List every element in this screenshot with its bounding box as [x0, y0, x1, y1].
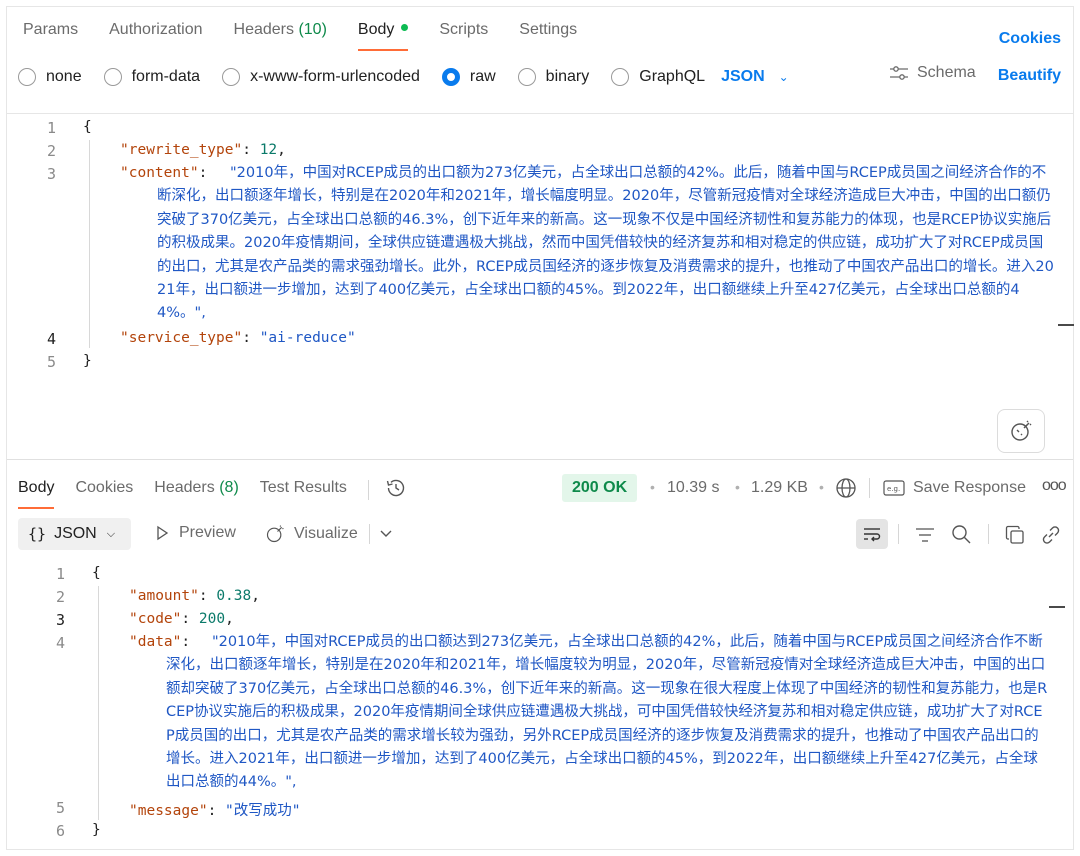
copy-icon[interactable]: [1003, 523, 1027, 547]
wrap-lines-button[interactable]: [856, 519, 888, 549]
example-icon: e.g.: [883, 480, 905, 496]
raw-format-select[interactable]: JSON ⌄: [721, 68, 789, 86]
visualize-button[interactable]: Visualize: [265, 524, 358, 544]
radio-graphql[interactable]: GraphQL: [611, 68, 705, 86]
chevron-down-icon: ⌵: [106, 527, 116, 540]
chevron-down-icon[interactable]: [377, 525, 395, 543]
tab-body[interactable]: Body: [357, 17, 409, 51]
divider: [369, 524, 370, 544]
separator-dot: •: [650, 479, 655, 495]
svg-text:e.g.: e.g.: [887, 485, 900, 493]
line-number: 3: [46, 165, 56, 183]
magic-wand-icon: [1011, 420, 1032, 441]
ai-assist-button[interactable]: [997, 409, 1045, 453]
divider: [988, 524, 989, 544]
tab-headers[interactable]: Headers (10): [234, 17, 327, 51]
globe-icon[interactable]: [834, 476, 858, 500]
divider: [869, 478, 870, 498]
radio-raw[interactable]: raw: [441, 68, 496, 86]
cookies-link[interactable]: Cookies: [999, 30, 1061, 48]
line-number: 4: [46, 330, 56, 348]
code-line-service-type: "service_type": "ai-reduce": [120, 330, 356, 346]
code-brace-close: }: [83, 353, 92, 369]
response-body-viewer[interactable]: 1 2 3 4 5 6 { "amount": 0.38, "code": 20…: [7, 560, 1073, 848]
radio-form-data[interactable]: form-data: [103, 68, 200, 86]
history-icon[interactable]: [385, 477, 407, 504]
magic-wand-icon: [266, 525, 284, 543]
indent-guide: [89, 140, 90, 348]
tab-params[interactable]: Params: [23, 17, 78, 51]
separator-dot: •: [819, 479, 824, 495]
play-icon: [157, 525, 169, 541]
response-tab-headers[interactable]: Headers (8): [154, 475, 239, 505]
line-number: 5: [55, 799, 65, 817]
response-time[interactable]: 10.39 s: [667, 479, 719, 497]
scrollbar[interactable]: [1049, 606, 1065, 608]
code-line-code: "code": 200,: [129, 611, 234, 627]
radio-none[interactable]: none: [18, 68, 82, 86]
request-tabs: Params Authorization Headers (10) Body S…: [23, 17, 608, 51]
beautify-button[interactable]: Beautify: [998, 67, 1061, 85]
code-line-rewrite-type: "rewrite_type": 12,: [120, 142, 286, 158]
filter-icon[interactable]: [913, 523, 937, 547]
line-number: 5: [46, 353, 56, 371]
line-number: 2: [46, 142, 56, 160]
line-number: 2: [55, 588, 65, 606]
response-tabs: Body Cookies Headers (8) Test Results: [18, 475, 407, 509]
divider: [898, 524, 899, 544]
code-line-amount: "amount": 0.38,: [129, 588, 260, 604]
divider: [367, 480, 369, 500]
body-modified-dot: [401, 24, 409, 32]
tab-settings[interactable]: Settings: [519, 17, 577, 51]
link-icon[interactable]: [1039, 523, 1063, 547]
search-icon[interactable]: [949, 522, 973, 546]
line-number: 1: [46, 119, 56, 137]
wrap-lines-icon: [864, 528, 881, 542]
response-tab-cookies[interactable]: Cookies: [75, 475, 133, 505]
response-size[interactable]: 1.29 KB: [751, 479, 808, 497]
divider: [7, 459, 1073, 460]
response-tab-test-results[interactable]: Test Results: [260, 475, 347, 505]
braces-icon: {}: [28, 525, 47, 543]
status-badge: 200 OK: [562, 474, 638, 502]
code-data-value: "2010年，中国对RCEP成员的出口额达到273亿美元，占全球出口总额的42%…: [166, 634, 1048, 791]
schema-button[interactable]: Schema: [889, 64, 976, 82]
line-number: 4: [55, 634, 65, 652]
sliders-icon: [890, 66, 908, 80]
save-response-button[interactable]: e.g. Save Response: [883, 479, 1026, 497]
code-brace-open: {: [92, 565, 101, 581]
line-number: 3: [55, 611, 65, 629]
separator-dot: •: [735, 479, 740, 495]
more-options-icon[interactable]: ooo: [1042, 477, 1067, 495]
chevron-down-icon: ⌄: [778, 70, 789, 84]
line-number: 1: [55, 565, 65, 583]
response-format-select[interactable]: {} JSON ⌵: [18, 518, 131, 550]
indent-guide: [98, 586, 99, 820]
code-brace-open: {: [83, 119, 92, 135]
radio-binary[interactable]: binary: [517, 68, 589, 86]
line-number: 6: [55, 822, 65, 840]
scrollbar[interactable]: [1058, 324, 1074, 326]
code-content-value: "2010年，中国对RCEP成员的出口额为273亿美元，占全球出口总额的42%。…: [157, 165, 1054, 322]
tab-authorization[interactable]: Authorization: [109, 17, 202, 51]
tab-scripts[interactable]: Scripts: [439, 17, 488, 51]
preview-button[interactable]: Preview: [154, 524, 236, 542]
code-line-message: "message": "改写成功": [129, 803, 301, 819]
body-mode-selector: none form-data x-www-form-urlencoded raw…: [18, 64, 789, 90]
response-tab-body[interactable]: Body: [18, 475, 55, 509]
request-body-editor[interactable]: 1 2 3 4 5 { "rewrite_type": 12, "content…: [7, 114, 1074, 458]
radio-x-www-form-urlencoded[interactable]: x-www-form-urlencoded: [222, 68, 420, 86]
code-brace-close: }: [92, 822, 101, 838]
